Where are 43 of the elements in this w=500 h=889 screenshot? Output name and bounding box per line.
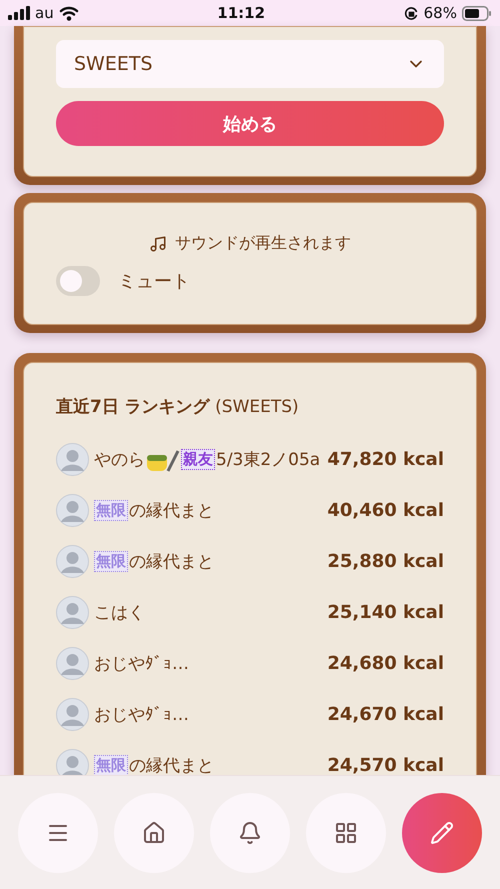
score-value: 24,680 kcal <box>327 653 444 674</box>
avatar-icon <box>56 596 89 629</box>
title-badge: 親友 <box>181 449 215 470</box>
score-value: 47,820 kcal <box>327 449 444 470</box>
clock-time: 11:12 <box>217 4 266 22</box>
mute-label: ミュート <box>118 270 190 293</box>
mute-toggle[interactable] <box>56 266 100 296</box>
game-select[interactable]: SWEETS <box>56 40 444 88</box>
battery-icon <box>462 6 492 20</box>
user-name: やのら <box>94 449 145 471</box>
score-value: 24,570 kcal <box>327 755 444 776</box>
user-name: こはく <box>94 602 145 624</box>
user-name: 5/3東2ノ05a <box>216 449 320 471</box>
start-button[interactable]: 始める <box>56 101 444 146</box>
user-name: の縁代まと <box>129 755 214 777</box>
battery-percent: 68% <box>424 4 457 22</box>
home-icon <box>142 820 166 844</box>
sound-message: サウンドが再生されます <box>175 233 351 254</box>
user-name: おじやﾀﾞｮ… <box>94 653 189 675</box>
title-badge: 無限 <box>94 500 128 521</box>
score-value: 25,140 kcal <box>327 602 444 623</box>
bell-icon <box>238 820 262 844</box>
avatar-icon <box>56 443 89 476</box>
title-badge: 無限 <box>94 755 128 776</box>
avatar-icon <box>56 698 89 731</box>
avatar-icon <box>56 647 89 680</box>
title-badge: 無限 <box>94 551 128 572</box>
score-value: 24,670 kcal <box>327 704 444 725</box>
score-value: 40,460 kcal <box>327 500 444 521</box>
wifi-icon <box>58 6 79 20</box>
grid-icon <box>334 820 358 844</box>
user-name: の縁代まと <box>129 551 214 573</box>
score-value: 25,880 kcal <box>327 551 444 572</box>
user-name: の縁代まと <box>129 500 214 522</box>
pencil-icon <box>430 820 454 844</box>
ranking-title: 直近7日 ランキング (SWEETS) <box>56 396 300 418</box>
user-name: おじやﾀﾞｮ… <box>94 704 189 726</box>
signal-icon <box>8 6 30 20</box>
music-note-icon <box>149 234 167 252</box>
carrier-name: au <box>35 4 54 22</box>
avatar-icon <box>56 545 89 578</box>
rotation-lock-icon <box>404 6 419 20</box>
avatar-icon <box>56 494 89 527</box>
